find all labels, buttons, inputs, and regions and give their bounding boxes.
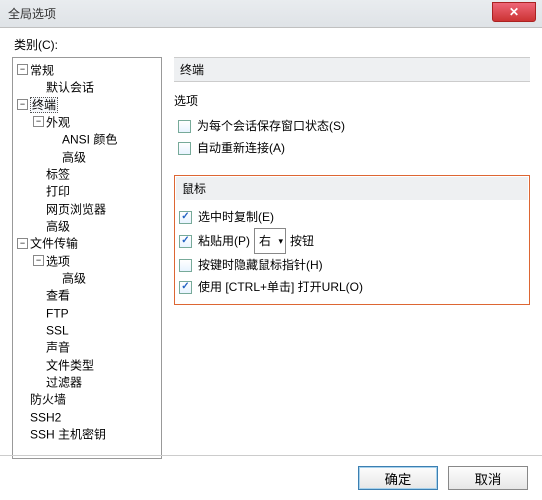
checkbox-paste[interactable]: ✓	[179, 235, 192, 248]
opt-label: 为每个会话保存窗口状态(S)	[197, 115, 345, 137]
tree-toggle[interactable]: −	[33, 255, 44, 266]
opt-label: 选中时复制(E)	[198, 206, 274, 228]
tree-item[interactable]: 高级	[62, 150, 86, 164]
tree-item[interactable]: 网页浏览器	[46, 202, 106, 216]
checkbox-auto-reconnect[interactable]	[178, 142, 191, 155]
close-icon: ✕	[509, 5, 519, 19]
panel-header: 终端	[174, 57, 530, 82]
category-tree[interactable]: −常规 默认会话 −终端 −外观 ANSI 颜色 高级 标签 打印 网页浏览器	[12, 57, 162, 459]
tree-item[interactable]: SSH2	[30, 410, 61, 424]
tree-toggle[interactable]: −	[17, 99, 28, 110]
opt-label: 自动重新连接(A)	[197, 137, 285, 159]
checkbox-hide-pointer[interactable]	[179, 259, 192, 272]
tree-item[interactable]: 打印	[46, 185, 70, 199]
tree-toggle[interactable]: −	[17, 238, 28, 249]
opt-label: 按键时隐藏鼠标指针(H)	[198, 254, 323, 276]
tree-item[interactable]: 常规	[30, 63, 54, 77]
tree-item[interactable]: FTP	[46, 306, 69, 320]
checkbox-save-state[interactable]	[178, 120, 191, 133]
tree-item-terminal[interactable]: 终端	[30, 97, 58, 113]
tree-item[interactable]: SSL	[46, 323, 69, 337]
close-button[interactable]: ✕	[492, 2, 536, 22]
tree-item[interactable]: 外观	[46, 115, 70, 129]
tree-item[interactable]: 标签	[46, 167, 70, 181]
tree-toggle[interactable]: −	[17, 64, 28, 75]
tree-item[interactable]: 查看	[46, 289, 70, 303]
mouse-group-title: 鼠标	[176, 177, 528, 200]
tree-item[interactable]: 默认会话	[46, 81, 94, 95]
opt-label: 按钮	[290, 230, 314, 252]
paste-button-select[interactable]: 右	[254, 228, 286, 254]
tree-item[interactable]: SSH 主机密钥	[30, 427, 106, 441]
tree-item[interactable]: 防火墙	[30, 393, 66, 407]
tree-item[interactable]: 高级	[46, 219, 70, 233]
tree-item[interactable]: 选项	[46, 254, 70, 268]
tree-item[interactable]: 过滤器	[46, 375, 82, 389]
ok-button[interactable]: 确定	[358, 466, 438, 490]
titlebar: 全局选项 ✕	[0, 0, 542, 28]
tree-toggle[interactable]: −	[33, 116, 44, 127]
checkbox-copy[interactable]: ✓	[179, 211, 192, 224]
tree-item[interactable]: 声音	[46, 341, 70, 355]
cancel-button[interactable]: 取消	[448, 466, 528, 490]
opt-label: 使用 [CTRL+单击] 打开URL(O)	[198, 276, 363, 298]
options-group-title: 选项	[174, 92, 530, 109]
divider	[0, 455, 542, 456]
tree-item[interactable]: 文件传输	[30, 237, 78, 251]
settings-panel: 终端 选项 为每个会话保存窗口状态(S) 自动重新连接(A) 鼠标 ✓ 选中时复制…	[162, 57, 530, 459]
window-title: 全局选项	[8, 5, 56, 22]
tree-item[interactable]: 高级	[62, 271, 86, 285]
tree-item[interactable]: ANSI 颜色	[62, 133, 117, 147]
checkbox-ctrl-click[interactable]: ✓	[179, 281, 192, 294]
mouse-group: 鼠标 ✓ 选中时复制(E) ✓ 粘贴用(P)右按钮 按键时隐藏鼠标指针(H) ✓ 使用…	[174, 175, 530, 305]
category-label: 类别(C):	[0, 28, 542, 57]
tree-item[interactable]: 文件类型	[46, 358, 94, 372]
opt-label: 粘贴用(P)	[198, 230, 250, 252]
